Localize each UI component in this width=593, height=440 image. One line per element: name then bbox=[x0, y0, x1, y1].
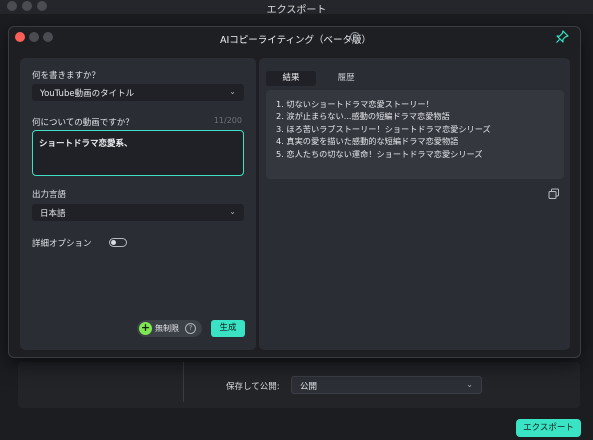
export-button[interactable]: エクスポート bbox=[516, 419, 581, 437]
advanced-options-toggle[interactable] bbox=[109, 238, 127, 247]
language-label: 出力言語 bbox=[32, 190, 67, 200]
dialog-title: AIコピーライティング（ベータ版） bbox=[219, 35, 372, 46]
result-item[interactable]: 5. 恋人たちの切ない運命！ショートドラマ恋愛シリーズ bbox=[276, 148, 554, 160]
unlimited-label: 無制限 bbox=[155, 324, 179, 333]
input-panel: 何を書きますか？ YouTube動画のタイトル ⌄ 何についての動画ですか？ 1… bbox=[20, 58, 256, 350]
chevron-down-icon: ⌄ bbox=[229, 87, 236, 96]
unlimited-badge[interactable]: + 無制限 ? bbox=[137, 320, 202, 337]
tab-history[interactable]: 履歴 bbox=[321, 71, 371, 86]
what-label: 何を書きますか？ bbox=[32, 71, 101, 81]
pin-icon[interactable] bbox=[555, 30, 569, 44]
generate-button[interactable]: 生成 bbox=[211, 320, 245, 337]
save-publish-label: 保存して公開: bbox=[226, 382, 280, 392]
results-panel: 結果 履歴 1. 切ないショートドラマ恋愛ストーリー！ 2. 涙が止まらない..… bbox=[259, 58, 570, 350]
topic-label: 何についての動画ですか？ bbox=[32, 118, 134, 128]
plus-icon: + bbox=[139, 321, 152, 335]
language-value: 日本語 bbox=[40, 209, 66, 219]
content-type-select[interactable]: YouTube動画のタイトル ⌄ bbox=[32, 84, 244, 101]
background-titlebar: エクスポート bbox=[0, 0, 593, 16]
content-type-value: YouTube動画のタイトル bbox=[40, 89, 135, 99]
help-icon[interactable]: ? bbox=[350, 32, 360, 42]
topic-textarea[interactable]: ショートドラマ恋愛系、 bbox=[32, 130, 244, 176]
language-select[interactable]: 日本語 ⌄ bbox=[32, 204, 244, 221]
ai-copywriting-dialog: AIコピーライティング（ベータ版） ? 何を書きますか？ YouTube動画のタ… bbox=[8, 26, 581, 358]
copy-icon[interactable] bbox=[548, 188, 560, 200]
chevron-down-icon: ⌄ bbox=[466, 380, 473, 389]
background-window-title: エクスポート bbox=[266, 5, 327, 16]
result-item[interactable]: 1. 切ないショートドラマ恋愛ストーリー！ bbox=[276, 98, 554, 110]
save-publish-select[interactable]: 公開 ⌄ bbox=[291, 376, 482, 394]
result-item[interactable]: 4. 真実の愛を描いた感動的な短編ドラマ恋愛物語 bbox=[276, 135, 554, 147]
divider bbox=[183, 362, 184, 402]
question-icon[interactable]: ? bbox=[185, 323, 196, 334]
char-counter: 11/200 bbox=[213, 116, 242, 125]
save-publish-value: 公開 bbox=[300, 382, 318, 392]
advanced-options-label: 詳細オプション bbox=[32, 239, 92, 249]
chevron-down-icon: ⌄ bbox=[229, 207, 236, 216]
result-item[interactable]: 3. ほろ苦いラブストーリー！ショートドラマ恋愛シリーズ bbox=[276, 123, 554, 135]
result-tabs: 結果 履歴 bbox=[266, 65, 371, 86]
results-box: 1. 切ないショートドラマ恋愛ストーリー！ 2. 涙が止まらない...感動の短編… bbox=[266, 90, 564, 199]
tab-results[interactable]: 結果 bbox=[266, 71, 316, 86]
result-item[interactable]: 2. 涙が止まらない...感動の短編ドラマ恋愛物語 bbox=[276, 110, 554, 122]
toggle-knob bbox=[111, 240, 116, 245]
